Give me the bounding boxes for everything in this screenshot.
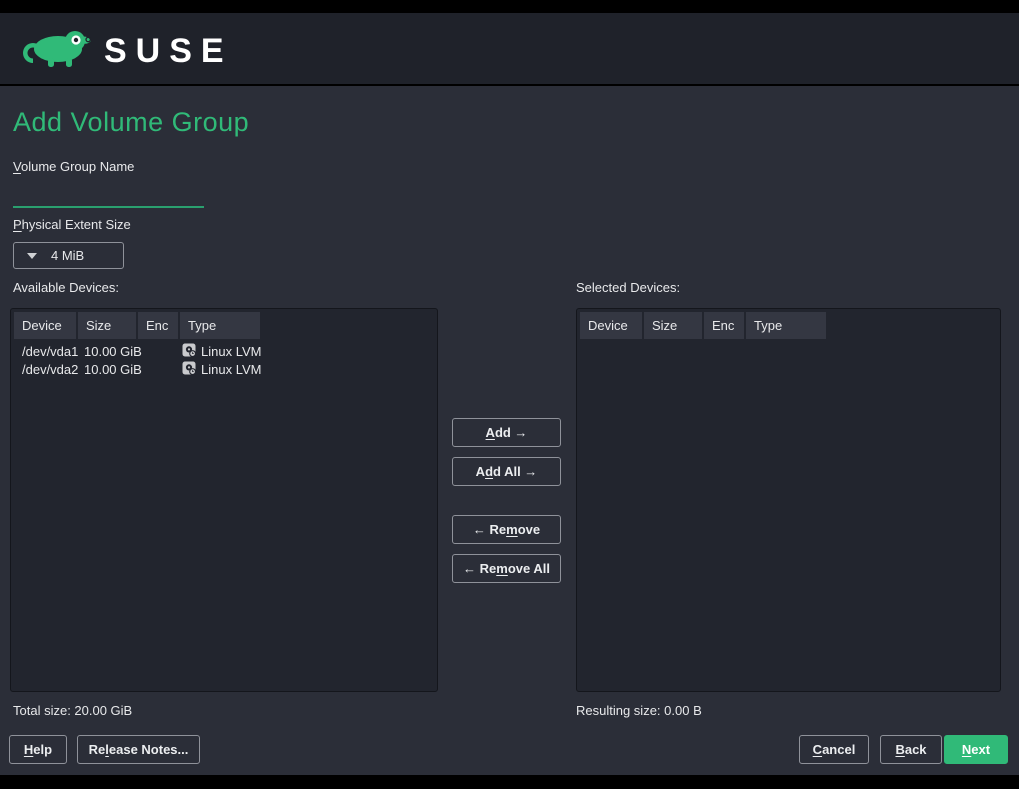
cell-size: 10.00 GiB <box>76 362 134 377</box>
column-header-size[interactable]: Size <box>78 312 136 339</box>
available-devices-table[interactable]: Device Size Enc Type /dev/vda1 10.00 GiB <box>10 308 438 692</box>
add-all-button[interactable]: Add All → <box>452 457 561 486</box>
total-size-text: Total size: 20.00 GiB <box>13 703 132 718</box>
cell-type: Linux LVM <box>174 361 374 378</box>
column-header-device[interactable]: Device <box>14 312 76 339</box>
table-row[interactable]: /dev/vda2 10.00 GiB <box>14 360 437 378</box>
cell-type-text: Linux LVM <box>201 362 261 377</box>
selected-devices-table[interactable]: Device Size Enc Type <box>576 308 1001 692</box>
page-title: Add Volume Group <box>13 107 249 138</box>
table-body <box>577 339 1000 342</box>
cell-type-text: Linux LVM <box>201 344 261 359</box>
column-header-enc[interactable]: Enc <box>704 312 744 339</box>
suse-chameleon-icon <box>20 25 94 76</box>
cell-device: /dev/vda1 <box>14 344 76 359</box>
cancel-button[interactable]: Cancel <box>799 735 869 764</box>
suse-logo: SUSE <box>20 25 233 76</box>
selected-devices-label: Selected Devices: <box>576 280 680 295</box>
table-row[interactable]: /dev/vda1 10.00 GiB <box>14 342 437 360</box>
chevron-down-icon <box>27 253 37 259</box>
release-notes-button[interactable]: Release Notes... <box>77 735 200 764</box>
resulting-size-text: Resulting size: 0.00 B <box>576 703 702 718</box>
volume-group-name-label: Volume Group Name <box>13 159 134 174</box>
add-button[interactable]: Add → <box>452 418 561 447</box>
installer-window: SUSE Add Volume Group Volume Group Name … <box>0 0 1019 789</box>
column-header-enc[interactable]: Enc <box>138 312 178 339</box>
next-button[interactable]: Next <box>944 735 1008 764</box>
remove-all-button[interactable]: ← Remove All <box>452 554 561 583</box>
cell-size: 10.00 GiB <box>76 344 134 359</box>
back-button[interactable]: Back <box>880 735 942 764</box>
help-button[interactable]: Help <box>9 735 67 764</box>
lvm-partition-icon <box>182 343 196 360</box>
column-header-device[interactable]: Device <box>580 312 642 339</box>
volume-group-name-input[interactable] <box>13 182 204 208</box>
column-header-type[interactable]: Type <box>180 312 260 339</box>
table-body: /dev/vda1 10.00 GiB <box>11 339 437 378</box>
column-header-type[interactable]: Type <box>746 312 826 339</box>
cell-type: Linux LVM <box>174 343 374 360</box>
physical-extent-size-select[interactable]: 4 MiB <box>13 242 124 269</box>
table-header-row: Device Size Enc Type <box>577 309 1000 339</box>
cell-device: /dev/vda2 <box>14 362 76 377</box>
app-header-bar: SUSE <box>0 13 1019 84</box>
wizard-content: Add Volume Group Volume Group Name Physi… <box>0 86 1019 775</box>
column-header-size[interactable]: Size <box>644 312 702 339</box>
brand-wordmark: SUSE <box>104 28 233 74</box>
remove-button[interactable]: ← Remove <box>452 515 561 544</box>
physical-extent-size-value: 4 MiB <box>51 248 84 263</box>
available-devices-label: Available Devices: <box>13 280 119 295</box>
table-header-row: Device Size Enc Type <box>11 309 437 339</box>
lvm-partition-icon <box>182 361 196 378</box>
physical-extent-size-label: Physical Extent Size <box>13 217 131 232</box>
